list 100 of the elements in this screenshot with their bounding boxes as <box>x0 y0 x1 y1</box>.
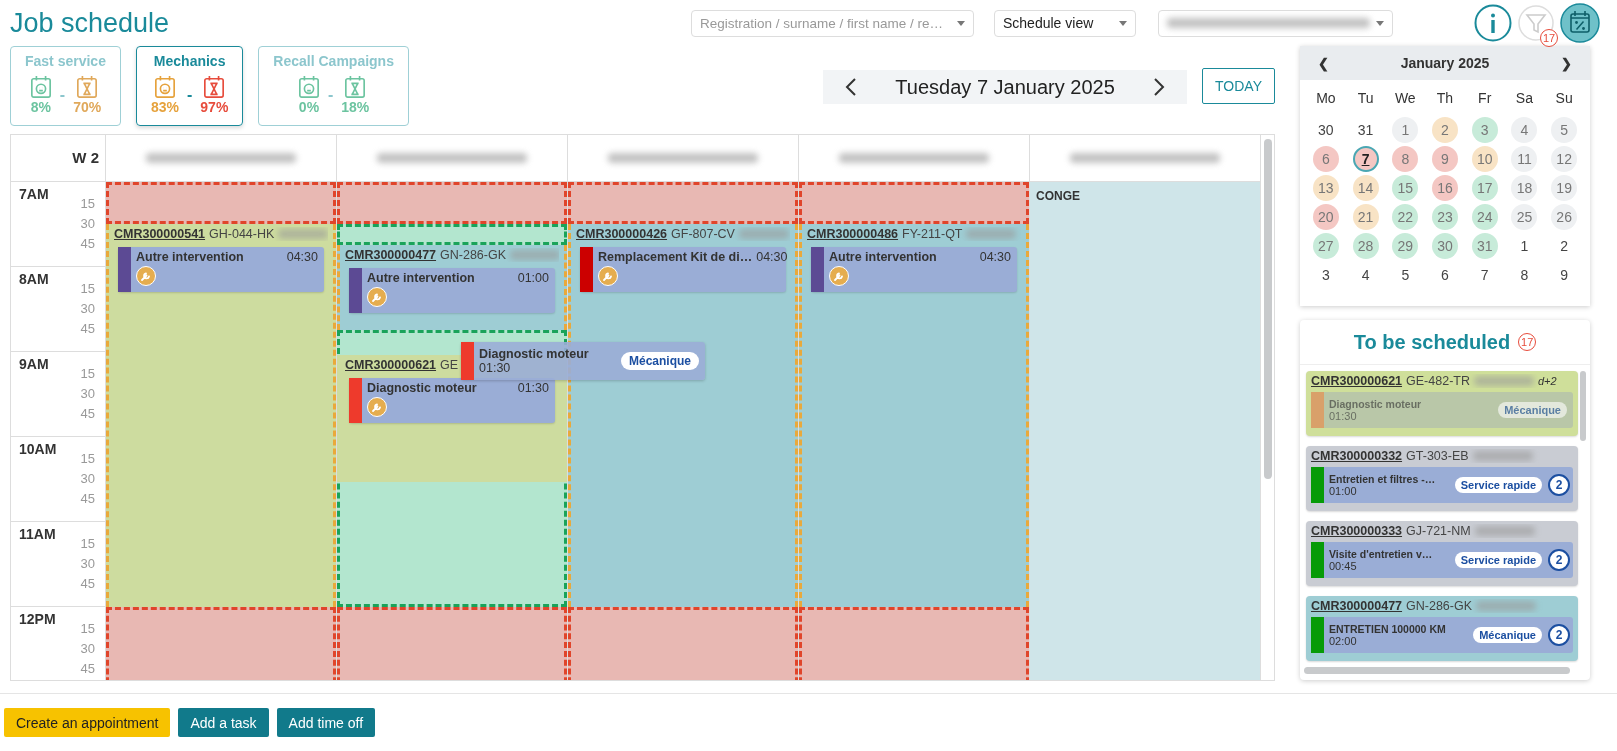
calendar-day[interactable]: 31 <box>1471 233 1498 259</box>
task-card[interactable]: Autre intervention 04:30 <box>118 247 324 293</box>
calendar-day[interactable]: 8 <box>1511 262 1538 288</box>
task-card[interactable]: Remplacement Kit de di… 04:30 <box>580 247 786 293</box>
count-badge: 2 <box>1548 624 1570 646</box>
calendar-day[interactable]: 27 <box>1312 233 1339 259</box>
calendar-day[interactable]: 6 <box>1432 262 1458 288</box>
quarter-label: 30 <box>80 554 95 572</box>
quarter-label: 30 <box>80 639 95 657</box>
calendar-day[interactable]: 7 <box>1352 146 1379 172</box>
calendar-day[interactable]: 1 <box>1392 117 1419 143</box>
calendar-day[interactable]: 12 <box>1551 146 1578 172</box>
calendar-day[interactable]: 8 <box>1392 146 1419 172</box>
calendar-day[interactable]: 28 <box>1352 233 1379 259</box>
action-button[interactable]: Create an appointment <box>4 708 171 737</box>
task-card[interactable]: ENTRETIEN 100000 KM 02:00 Mécanique 2 <box>1311 617 1573 653</box>
appointment-block[interactable]: CMR300000541 GH-044-HK Autre intervention 04:30 <box>106 224 336 607</box>
job-card[interactable]: CMR300000332 GT-303-EB Entretien et filtres -… 01:00 Service rapide 2 <box>1306 446 1578 511</box>
stat-card[interactable]: Mechanics 83% - 97% <box>135 46 244 126</box>
metric-value: 8% <box>30 99 51 115</box>
calendar-day[interactable]: 30 <box>1312 117 1339 143</box>
calendar-day[interactable]: 11 <box>1511 146 1538 172</box>
calendar-day[interactable]: 23 <box>1432 204 1458 230</box>
calendar-day[interactable]: 26 <box>1551 204 1578 230</box>
order-link[interactable]: CMR300000477 <box>345 248 437 263</box>
calendar-day[interactable]: 3 <box>1312 262 1339 288</box>
order-link[interactable]: CMR300000332 <box>1311 449 1403 463</box>
job-card[interactable]: CMR300000333 GJ-721-NM Visite d'entretien v… 00:45 Service rapide 2 <box>1306 521 1578 586</box>
task-card[interactable]: Visite d'entretien v… 00:45 Service rapide 2 <box>1311 542 1573 578</box>
calendar-percent-icon[interactable] <box>1560 3 1600 43</box>
calendar-day[interactable]: 30 <box>1432 233 1458 259</box>
calendar-day[interactable]: 19 <box>1551 175 1578 201</box>
blurred-text <box>1474 526 1535 536</box>
order-link[interactable]: CMR300000621 <box>345 357 437 372</box>
task-card[interactable]: Diagnostic moteur 01:30 <box>349 377 555 423</box>
calendar-day[interactable]: 6 <box>1312 146 1339 172</box>
calendar-day[interactable]: 24 <box>1471 204 1498 230</box>
order-link[interactable]: CMR300000426 <box>576 227 668 242</box>
appointment-block[interactable]: CMR300000477 GN-286-GK Autre intervention 01:00 <box>337 245 567 331</box>
quarter-label: 45 <box>80 489 95 507</box>
filter-icon[interactable] <box>1518 5 1554 41</box>
calendar-day[interactable]: 13 <box>1312 175 1339 201</box>
scrollbar[interactable] <box>1580 371 1586 441</box>
week-label: W 2 <box>72 149 99 167</box>
category-tag: Mécanique <box>621 351 699 370</box>
task-card[interactable]: Autre intervention 01:00 <box>349 268 555 314</box>
search-field[interactable]: Registration / surname / first name / re… <box>691 9 974 37</box>
info-icon[interactable] <box>1474 4 1512 42</box>
calendar-day[interactable]: 22 <box>1392 204 1419 230</box>
calendar-day[interactable]: 31 <box>1352 117 1379 143</box>
task-card[interactable]: Autre intervention 04:30 <box>811 247 1017 293</box>
calendar-day[interactable]: 5 <box>1392 262 1419 288</box>
calendar-day[interactable]: 17 <box>1471 175 1498 201</box>
today-button[interactable]: TODAY <box>1202 68 1275 104</box>
scrollbar[interactable] <box>1264 138 1272 479</box>
calendar-day[interactable]: 2 <box>1432 117 1458 143</box>
chevron-left-icon[interactable] <box>845 77 858 97</box>
chevron-right-icon[interactable] <box>1153 77 1166 97</box>
calendar-day[interactable]: 4 <box>1352 262 1379 288</box>
order-link[interactable]: CMR300000486 <box>807 227 899 242</box>
order-link[interactable]: CMR300000333 <box>1311 524 1403 538</box>
task-duration: 04:30 <box>756 250 788 265</box>
calendar-day[interactable]: 16 <box>1432 175 1458 201</box>
calendar-day[interactable]: 3 <box>1471 117 1498 143</box>
job-card[interactable]: CMR300000477 GN-286-GK ENTRETIEN 100000 KM 02:00 Mécanique 2 <box>1306 596 1578 661</box>
resource-dropdown[interactable] <box>1158 9 1393 37</box>
action-button[interactable]: Add a task <box>178 708 269 737</box>
quarter-label: 30 <box>80 299 95 317</box>
calendar-day[interactable]: 9 <box>1432 146 1458 172</box>
previous-month-button[interactable]: ❮ <box>1318 55 1329 71</box>
weekday-label: Th <box>1435 89 1455 108</box>
action-button[interactable]: Add time off <box>276 708 376 737</box>
calendar-day[interactable]: 18 <box>1511 175 1538 201</box>
calendar-day[interactable]: 15 <box>1392 175 1419 201</box>
calendar-day[interactable]: 7 <box>1471 262 1498 288</box>
wrench-icon <box>829 266 849 287</box>
view-dropdown[interactable]: Schedule view <box>994 9 1136 37</box>
scrollbar[interactable] <box>1304 667 1570 674</box>
calendar-day[interactable]: 14 <box>1352 175 1379 201</box>
calendar-day[interactable]: 2 <box>1551 233 1578 259</box>
dragged-task-card[interactable]: Diagnostic moteur 01:30 Mécanique <box>461 341 705 380</box>
calendar-day[interactable]: 9 <box>1551 262 1578 288</box>
calendar-day[interactable]: 4 <box>1511 117 1538 143</box>
stat-label: Fast service <box>25 53 106 69</box>
calendar-day[interactable]: 20 <box>1312 204 1339 230</box>
next-month-button[interactable]: ❯ <box>1561 55 1572 71</box>
calendar-day[interactable]: 21 <box>1352 204 1379 230</box>
caret-icon <box>1119 20 1127 26</box>
order-link[interactable]: CMR300000477 <box>1311 599 1403 613</box>
calendar-day[interactable]: 10 <box>1471 146 1498 172</box>
order-link[interactable]: CMR300000541 <box>114 227 206 242</box>
task-card[interactable]: Entretien et filtres -… 01:00 Service rapide 2 <box>1311 467 1573 503</box>
count-badge: 2 <box>1548 474 1570 496</box>
calendar-day[interactable]: 29 <box>1392 233 1419 259</box>
weekday-label: Tu <box>1356 89 1375 108</box>
calendar-day[interactable]: 25 <box>1511 204 1538 230</box>
appointment-block[interactable]: CMR300000486 FY-211-QT Autre intervention 04:30 <box>799 224 1029 607</box>
calendar-day[interactable]: 1 <box>1511 233 1538 259</box>
calendar-day[interactable]: 5 <box>1551 117 1578 143</box>
quarter-label: 30 <box>80 214 95 232</box>
